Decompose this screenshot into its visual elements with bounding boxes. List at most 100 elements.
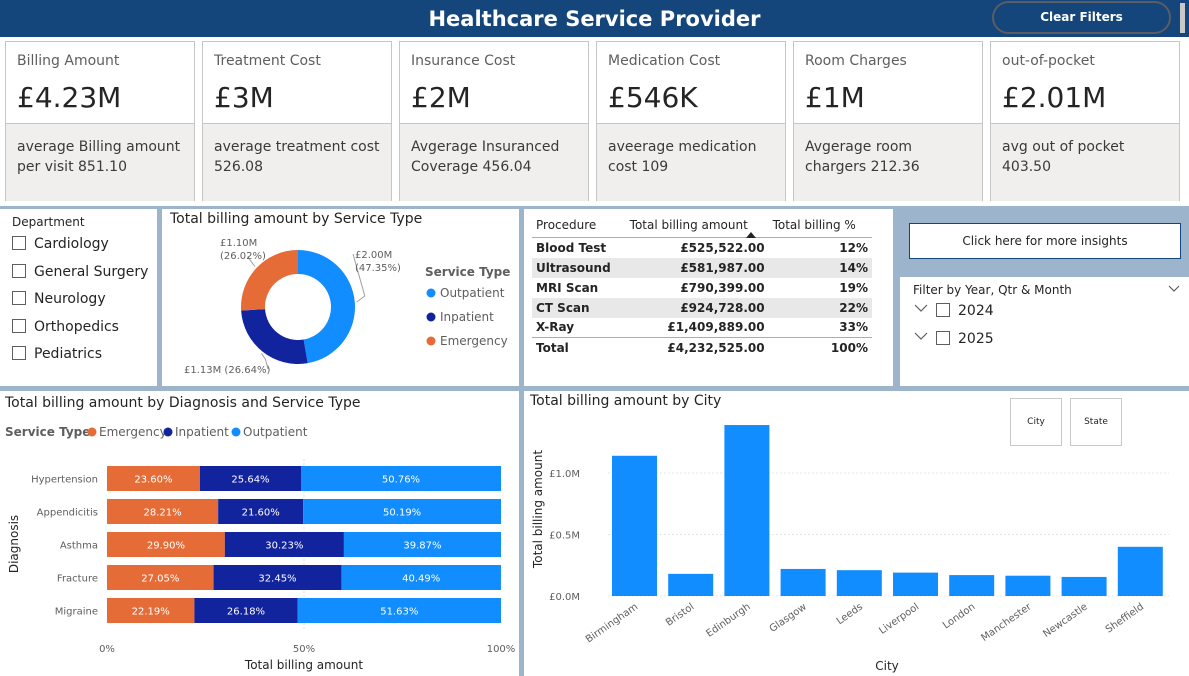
axis-title: City: [875, 659, 899, 673]
slicer-item-label: Orthopedics: [34, 318, 119, 335]
slicer-item[interactable]: Pediatrics: [12, 346, 102, 364]
kpi-note: avg out of pocket 403.50: [1002, 139, 1125, 175]
kpi-card: Billing Amount £4.23M average Billing amou…: [5, 41, 195, 201]
kpi-value: £546K: [608, 81, 698, 114]
category-label: Bristol: [664, 601, 696, 628]
slicer-item[interactable]: 2025: [914, 331, 994, 347]
legend-item: Inpatient: [175, 425, 229, 439]
slicer-title: Department: [12, 215, 85, 229]
clear-filters-button[interactable]: Clear Filters: [992, 1, 1171, 34]
data-label: £1.10M: [220, 238, 257, 249]
table-row[interactable]: Ultrasound £581,987.00 14%: [532, 257, 872, 278]
category-label: Fracture: [57, 574, 98, 585]
donut-slice-inpatient[interactable]: [241, 309, 308, 364]
kpi-card-header: Medication Cost £546K: [597, 42, 785, 124]
chevron-down-icon[interactable]: [914, 304, 928, 314]
table-cell: X-Ray: [536, 320, 575, 335]
legend-marker: [426, 288, 436, 298]
legend-marker: [87, 427, 97, 437]
kpi-label: Insurance Cost: [411, 53, 516, 69]
column-header[interactable]: Total billing %: [768, 215, 872, 238]
donut-slice-outpatient[interactable]: [298, 250, 355, 364]
checkbox[interactable]: [936, 303, 950, 317]
bar[interactable]: [893, 572, 938, 596]
table-row[interactable]: CT Scan £924,728.00 22%: [532, 297, 872, 318]
table-cell: £4,232,525.00: [625, 337, 769, 358]
data-label: 32.45%: [258, 574, 296, 585]
legend-marker: [231, 427, 241, 437]
slicer-item[interactable]: Cardiology: [12, 236, 109, 254]
table-row[interactable]: Blood Test £525,522.00 12%: [532, 238, 872, 258]
slicer-item-label: 2025: [958, 331, 994, 347]
table-cell: Total: [532, 337, 626, 358]
data-label: £1.13M (26.64%): [184, 365, 270, 376]
category-label: Appendicitis: [37, 508, 98, 519]
bar[interactable]: [836, 570, 882, 596]
slicer-item[interactable]: 2024: [914, 303, 994, 319]
tick-label: £0.5M: [549, 531, 580, 542]
table-total-row: Total £4,232,525.00 100%: [532, 337, 872, 358]
chevron-down-icon[interactable]: [1168, 285, 1180, 293]
insights-button[interactable]: Click here for more insights: [909, 223, 1181, 259]
chevron-down-icon[interactable]: [914, 332, 928, 342]
table-cell: 22%: [768, 297, 872, 318]
slicer-item-label: 2024: [958, 303, 994, 319]
bar[interactable]: [780, 568, 826, 596]
table-cell: 19%: [839, 280, 868, 295]
checkbox[interactable]: [12, 318, 26, 333]
bar[interactable]: [1117, 546, 1163, 596]
column-header[interactable]: Procedure: [532, 215, 626, 238]
data-label: 50.76%: [382, 475, 420, 486]
bar[interactable]: [612, 455, 657, 596]
kpi-card-footer: avg out of pocket 403.50: [991, 124, 1179, 201]
category-label: Birmingham: [584, 601, 640, 645]
slicer-item-label: General Surgery: [34, 263, 149, 280]
data-label: 27.05%: [141, 574, 179, 585]
scrollbar[interactable]: [1180, 3, 1185, 33]
kpi-note: average treatment cost 526.08: [214, 139, 380, 175]
slicer-item-label: Neurology: [34, 291, 106, 307]
data-label: 22.19%: [132, 607, 170, 618]
stacked-bar-chart: Service Type Emergency Inpatient Outpatient…: [5, 425, 515, 672]
table-cell: £581,987.00: [625, 257, 769, 278]
bar[interactable]: [1061, 576, 1107, 596]
category-label: Newcastle: [1041, 601, 1089, 640]
data-label: 39.87%: [403, 541, 441, 552]
data-label: 21.60%: [242, 508, 280, 519]
bar[interactable]: [949, 575, 995, 596]
legend-item: Emergency: [440, 334, 508, 348]
legend-marker: [426, 312, 436, 322]
category-label: Migraine: [55, 607, 98, 618]
checkbox[interactable]: [12, 346, 26, 360]
kpi-note: Avgerage room chargers 212.36: [805, 139, 920, 175]
bar[interactable]: [1005, 575, 1051, 596]
checkbox[interactable]: [936, 331, 950, 345]
legend-item: Inpatient: [440, 310, 494, 324]
kpi-card: Insurance Cost £2M Avgerage Insuranced Cov…: [399, 41, 589, 201]
checkbox[interactable]: [12, 236, 26, 250]
data-label: 50.19%: [383, 508, 421, 519]
bar[interactable]: [668, 573, 714, 596]
bar[interactable]: [724, 425, 770, 596]
slicer-item-label: Cardiology: [34, 236, 109, 252]
date-slicer: Filter by Year, Qtr & Month 2024 2025: [900, 277, 1189, 386]
table-cell: MRI Scan: [536, 280, 599, 295]
table-row[interactable]: MRI Scan £790,399.00 19%: [532, 278, 872, 298]
checkbox[interactable]: [12, 291, 26, 305]
legend-item: Outpatient: [243, 425, 308, 439]
slicer-item[interactable]: Neurology: [12, 291, 106, 309]
slicer-item[interactable]: Orthopedics: [12, 318, 119, 337]
category-label: Liverpool: [877, 601, 921, 636]
data-label: 51.63%: [380, 607, 418, 618]
kpi-card-header: Billing Amount £4.23M: [6, 42, 194, 124]
checkbox[interactable]: [12, 263, 26, 278]
data-label: (26.02%): [220, 251, 266, 262]
table-row[interactable]: X-Ray £1,409,889.00 33%: [532, 318, 872, 338]
kpi-card-header: out-of-pocket £2.01M: [991, 42, 1179, 124]
procedure-table-panel: Procedure Total billing amount Total bil…: [524, 209, 893, 386]
diagnosis-chart-panel: Total billing amount by Diagnosis and Se…: [0, 391, 519, 676]
table-cell: Ultrasound: [532, 257, 626, 278]
table-cell: £1,409,889.00: [667, 320, 765, 335]
data-label: 25.64%: [231, 475, 269, 486]
slicer-item[interactable]: General Surgery: [12, 263, 149, 282]
